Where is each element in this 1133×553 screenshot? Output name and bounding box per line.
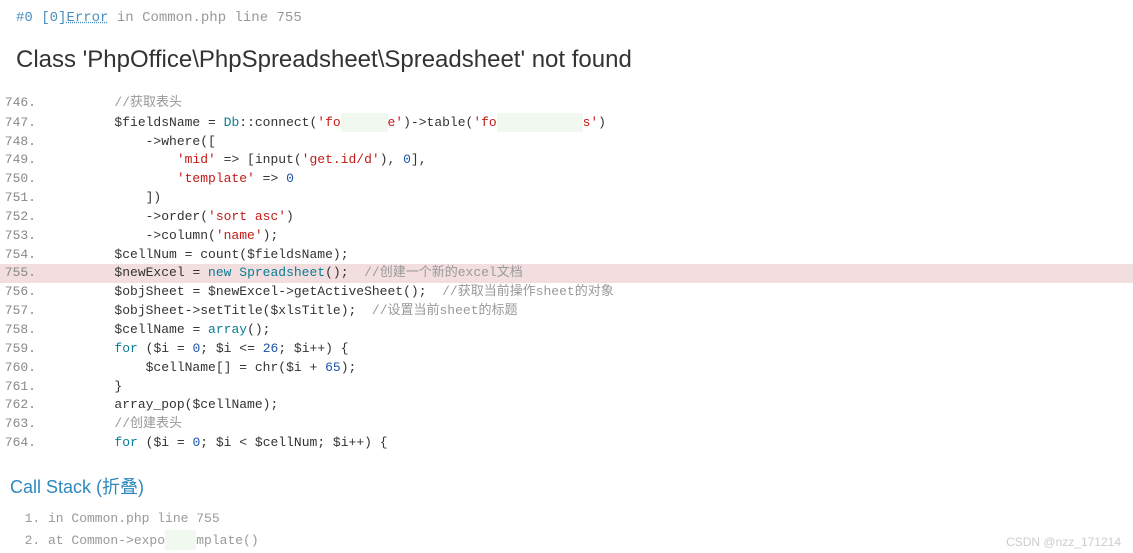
line-content: $cellName[] = chr($i + 65); bbox=[48, 359, 1133, 378]
code-line: 761. } bbox=[0, 378, 1133, 397]
line-content: } bbox=[48, 378, 1133, 397]
call-stack-toggle[interactable]: Call Stack (折叠) bbox=[0, 453, 1133, 509]
line-content: $cellName = array(); bbox=[48, 321, 1133, 340]
code-line: 755. $newExcel = new Spreadsheet(); //创建… bbox=[0, 264, 1133, 283]
line-content: for ($i = 0; $i < $cellNum; $i++) { bbox=[48, 434, 1133, 453]
line-number: 755. bbox=[0, 264, 48, 283]
line-content: 'template' => 0 bbox=[48, 170, 1133, 189]
error-title: Class 'PhpOffice\PhpSpreadsheet\Spreadsh… bbox=[0, 34, 1133, 94]
line-content: //创建表头 bbox=[48, 415, 1133, 434]
breadcrumb: #0 [0]Error in Common.php line 755 bbox=[0, 0, 1133, 34]
line-number: 763. bbox=[0, 415, 48, 434]
code-line: 754. $cellNum = count($fieldsName); bbox=[0, 246, 1133, 265]
line-number: 755 bbox=[277, 10, 302, 26]
line-number: 746. bbox=[0, 94, 48, 113]
line-number: 764. bbox=[0, 434, 48, 453]
line-number: 754. bbox=[0, 246, 48, 265]
line-word: line bbox=[235, 10, 269, 26]
code-line: 749. 'mid' => [input('get.id/d'), 0], bbox=[0, 151, 1133, 170]
line-content: ->order('sort asc') bbox=[48, 208, 1133, 227]
code-line: 762. array_pop($cellName); bbox=[0, 396, 1133, 415]
line-content: ]) bbox=[48, 189, 1133, 208]
line-number: 758. bbox=[0, 321, 48, 340]
code-line: 751. ]) bbox=[0, 189, 1133, 208]
code-line: 748. ->where([ bbox=[0, 133, 1133, 152]
code-line: 750. 'template' => 0 bbox=[0, 170, 1133, 189]
watermark: CSDN @nzz_171214 bbox=[1006, 535, 1121, 549]
line-number: 759. bbox=[0, 340, 48, 359]
in-word: in bbox=[117, 10, 134, 26]
line-content: $fieldsName = Db::connect('foxxxxxxe')->… bbox=[48, 113, 1133, 133]
line-content: for ($i = 0; $i <= 26; $i++) { bbox=[48, 340, 1133, 359]
code-line: 763. //创建表头 bbox=[0, 415, 1133, 434]
line-number: 757. bbox=[0, 302, 48, 321]
code-line: 760. $cellName[] = chr($i + 65); bbox=[0, 359, 1133, 378]
error-link[interactable]: Error bbox=[66, 10, 108, 26]
line-number: 752. bbox=[0, 208, 48, 227]
code-line: 756. $objSheet = $newExcel->getActiveShe… bbox=[0, 283, 1133, 302]
code-line: 746. //获取表头 bbox=[0, 94, 1133, 113]
line-content: ->where([ bbox=[48, 133, 1133, 152]
line-content: ->column('name'); bbox=[48, 227, 1133, 246]
code-line: 764. for ($i = 0; $i < $cellNum; $i++) { bbox=[0, 434, 1133, 453]
line-content: array_pop($cellName); bbox=[48, 396, 1133, 415]
line-number: 753. bbox=[0, 227, 48, 246]
line-content: 'mid' => [input('get.id/d'), 0], bbox=[48, 151, 1133, 170]
call-stack-list: in Common.php line 755at Common->expoxxx… bbox=[0, 509, 1133, 551]
line-number: 761. bbox=[0, 378, 48, 397]
line-number: 762. bbox=[0, 396, 48, 415]
code-area: 746. //获取表头747. $fieldsName = Db::connec… bbox=[0, 94, 1133, 453]
code-line: 752. ->order('sort asc') bbox=[0, 208, 1133, 227]
line-number: 750. bbox=[0, 170, 48, 189]
line-number: 749. bbox=[0, 151, 48, 170]
line-number: 760. bbox=[0, 359, 48, 378]
stack-item: in Common.php line 755 bbox=[48, 509, 1133, 530]
line-content: $objSheet = $newExcel->getActiveSheet();… bbox=[48, 283, 1133, 302]
code-line: 757. $objSheet->setTitle($xlsTitle); //设… bbox=[0, 302, 1133, 321]
line-number: 756. bbox=[0, 283, 48, 302]
file-name: Common.php bbox=[142, 10, 226, 26]
stack-item: at Common->expoxxxxmplate() bbox=[48, 530, 1133, 552]
line-number: 748. bbox=[0, 133, 48, 152]
code-line: 753. ->column('name'); bbox=[0, 227, 1133, 246]
code-line: 759. for ($i = 0; $i <= 26; $i++) { bbox=[0, 340, 1133, 359]
stack-index: #0 bbox=[16, 10, 33, 26]
code-line: 758. $cellName = array(); bbox=[0, 321, 1133, 340]
line-content: $newExcel = new Spreadsheet(); //创建一个新的e… bbox=[48, 264, 1133, 283]
line-content: $cellNum = count($fieldsName); bbox=[48, 246, 1133, 265]
line-number: 747. bbox=[0, 114, 48, 133]
stack-bracket: [0] bbox=[41, 10, 66, 26]
code-line: 747. $fieldsName = Db::connect('foxxxxxx… bbox=[0, 113, 1133, 133]
line-number: 751. bbox=[0, 189, 48, 208]
line-content: //获取表头 bbox=[48, 94, 1133, 113]
line-content: $objSheet->setTitle($xlsTitle); //设置当前sh… bbox=[48, 302, 1133, 321]
